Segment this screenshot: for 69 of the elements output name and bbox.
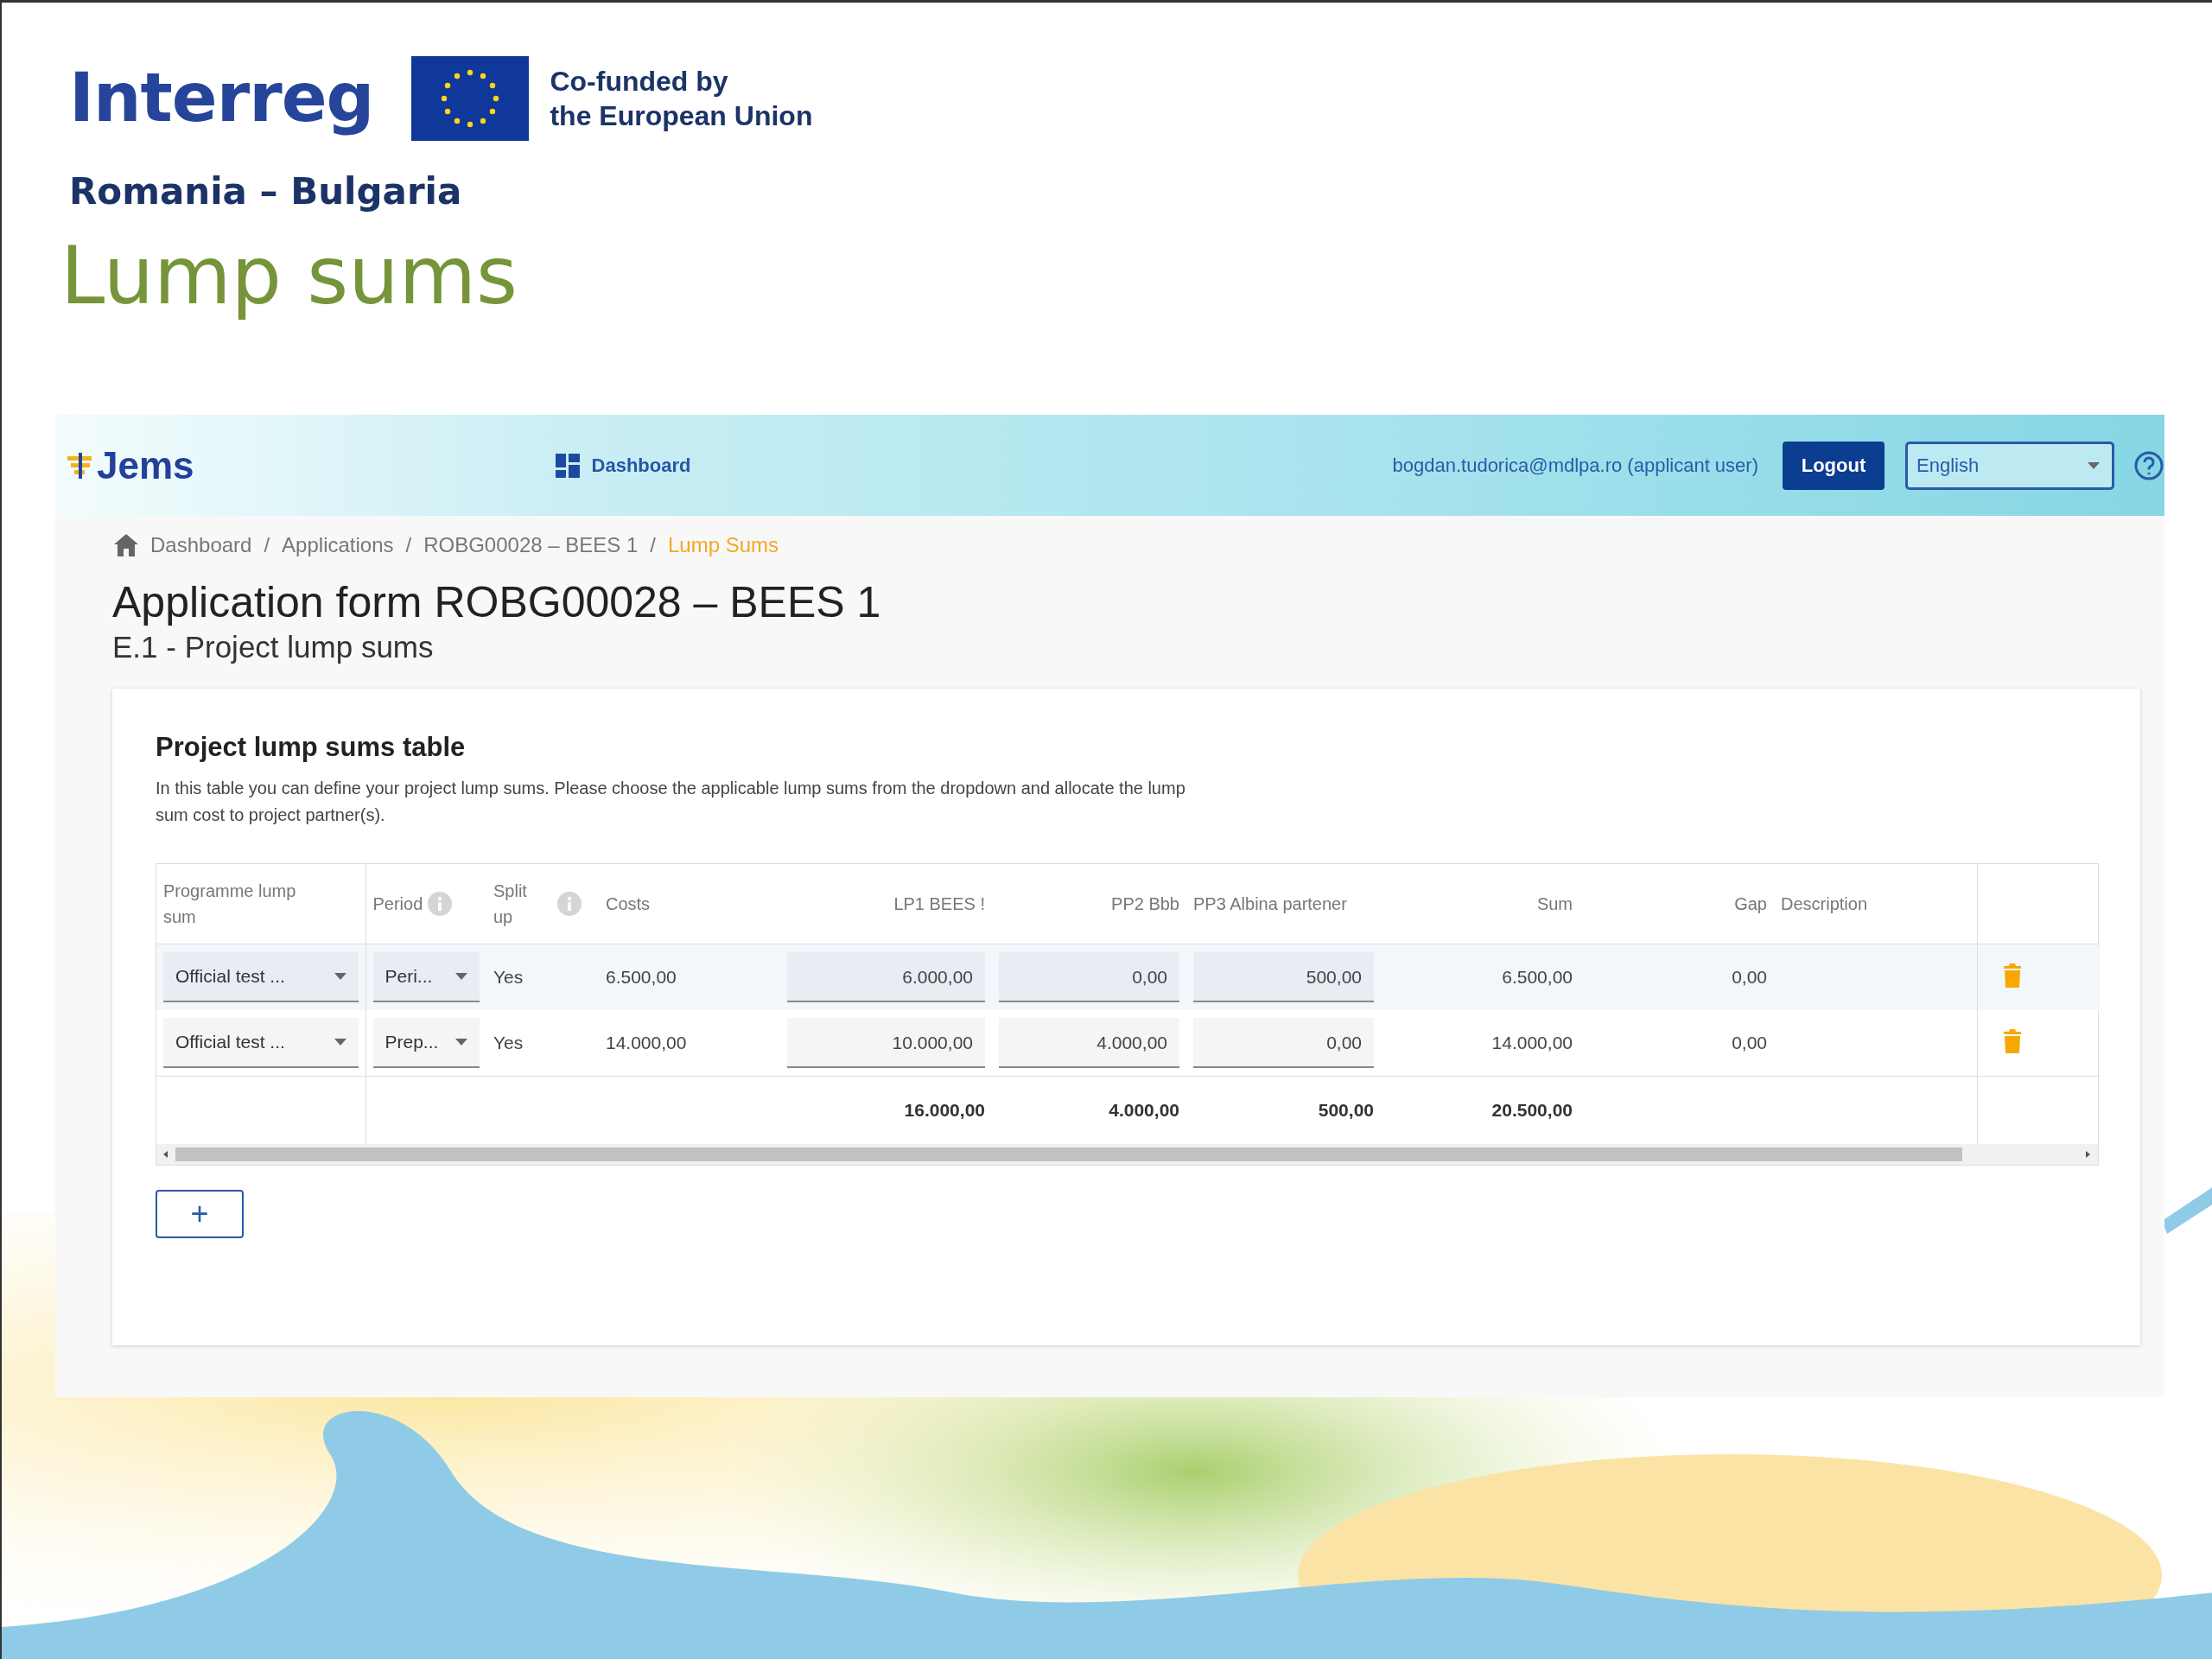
caret-icon bbox=[455, 1039, 467, 1046]
add-button[interactable]: + bbox=[156, 1190, 244, 1239]
table-row[interactable]: Official test ... Peri... Yes 6.500,00 6.000,00 0,00 500,00 6.500,00 0,00 bbox=[156, 944, 2100, 1011]
table-cell: 20.500,00 bbox=[1491, 1100, 1573, 1121]
slide-title: Lump sums bbox=[60, 232, 518, 321]
card-description: In this table you can define your project lump sums. Please choose the applicable lump sums from the dropdown and allocate the lump sum cost to project partner(s). bbox=[156, 778, 1186, 827]
table-cell: 14.000,00 bbox=[1491, 1033, 1573, 1053]
programme-logo: Interreg bbox=[69, 58, 374, 139]
dashboard-link[interactable]: Dashboard bbox=[555, 453, 691, 478]
caret-icon bbox=[2088, 461, 2100, 469]
region-name: Romania – Bulgaria bbox=[69, 174, 463, 210]
amount-field[interactable]: 6.000,00 bbox=[787, 952, 985, 1003]
breadcrumb-separator: / bbox=[405, 533, 412, 558]
column-header: Gap bbox=[1734, 894, 1767, 914]
table-cell: 14.000,00 bbox=[606, 1033, 687, 1053]
logout-button[interactable]: Logout bbox=[1783, 441, 1885, 490]
column-header: PP2 Bbb bbox=[1111, 894, 1179, 914]
table-cell: 500,00 bbox=[1318, 1100, 1374, 1121]
caret-icon bbox=[334, 1039, 346, 1046]
logo-stripes-icon bbox=[67, 450, 93, 480]
cofunded-text: Co-funded by the European Union bbox=[550, 65, 813, 133]
column-header: LP1 BEES ! bbox=[893, 894, 985, 914]
trash-icon[interactable] bbox=[2003, 963, 2021, 988]
column-header: Split up bbox=[493, 880, 528, 929]
help-icon[interactable] bbox=[2133, 449, 2164, 481]
column-header: Description bbox=[1781, 894, 1868, 914]
amount-field[interactable]: 10.000,00 bbox=[787, 1018, 985, 1069]
eu-flag-icon bbox=[411, 56, 530, 141]
info-icon[interactable] bbox=[557, 892, 582, 917]
amount-field[interactable]: 4.000,00 bbox=[999, 1018, 1179, 1069]
caret-icon bbox=[455, 973, 467, 981]
column-header: Programme lump sum bbox=[163, 880, 297, 929]
column-header: Costs bbox=[606, 894, 651, 914]
period-dropdown[interactable]: Peri... bbox=[372, 952, 480, 1003]
column-header: PP3 Albina partener bbox=[1193, 894, 1347, 914]
jems-logo[interactable]: Jems bbox=[97, 446, 194, 485]
page-subtitle: E.1 - Project lump sums bbox=[112, 629, 435, 666]
breadcrumb-separator: / bbox=[650, 533, 656, 558]
amount-field[interactable]: 0,00 bbox=[999, 952, 1179, 1003]
table-cell: 16.000,00 bbox=[904, 1100, 985, 1121]
amount-field[interactable]: 500,00 bbox=[1193, 952, 1374, 1003]
table-cell: 0,00 bbox=[1732, 967, 1767, 988]
table-row[interactable]: Official test ... Prep... Yes 14.000,00 10.000,00 4.000,00 0,00 14.000,00 0,00 bbox=[156, 1010, 2100, 1077]
caret-icon bbox=[334, 973, 346, 981]
column-header: Period bbox=[372, 893, 423, 916]
card-title: Project lump sums table bbox=[156, 732, 467, 764]
user-email: bogdan.tudorica@mdlpa.ro (applicant user) bbox=[1392, 454, 1758, 477]
breadcrumb-link[interactable]: Dashboard bbox=[150, 533, 252, 558]
trash-icon[interactable] bbox=[2003, 1028, 2021, 1053]
table-cell: 0,00 bbox=[1732, 1033, 1767, 1053]
lump-sum-dropdown[interactable]: Official test ... bbox=[163, 1018, 359, 1069]
column-header: Sum bbox=[1536, 894, 1573, 914]
table-cell: 6.500,00 bbox=[1502, 967, 1573, 988]
table-cell: Yes bbox=[493, 1033, 524, 1053]
home-icon[interactable] bbox=[114, 534, 138, 557]
amount-field[interactable]: 0,00 bbox=[1193, 1018, 1374, 1069]
horizontal-scrollbar[interactable] bbox=[156, 1144, 2098, 1166]
dashboard-grid-icon bbox=[555, 453, 580, 478]
table-cell: Yes bbox=[493, 967, 524, 988]
page-title: Application form ROBG00028 – BEES 1 bbox=[112, 577, 882, 629]
breadcrumb-separator: / bbox=[264, 533, 270, 558]
info-icon[interactable] bbox=[428, 892, 453, 917]
table-cell: 4.000,00 bbox=[1109, 1100, 1179, 1121]
lump-sum-dropdown[interactable]: Official test ... bbox=[163, 952, 359, 1003]
breadcrumb-link[interactable]: ROBG00028 – BEES 1 bbox=[423, 533, 639, 558]
table-cell: 6.500,00 bbox=[606, 967, 677, 988]
breadcrumb-link[interactable]: Applications bbox=[282, 533, 394, 558]
language-select[interactable]: English bbox=[1905, 441, 2114, 490]
period-dropdown[interactable]: Prep... bbox=[372, 1018, 480, 1069]
